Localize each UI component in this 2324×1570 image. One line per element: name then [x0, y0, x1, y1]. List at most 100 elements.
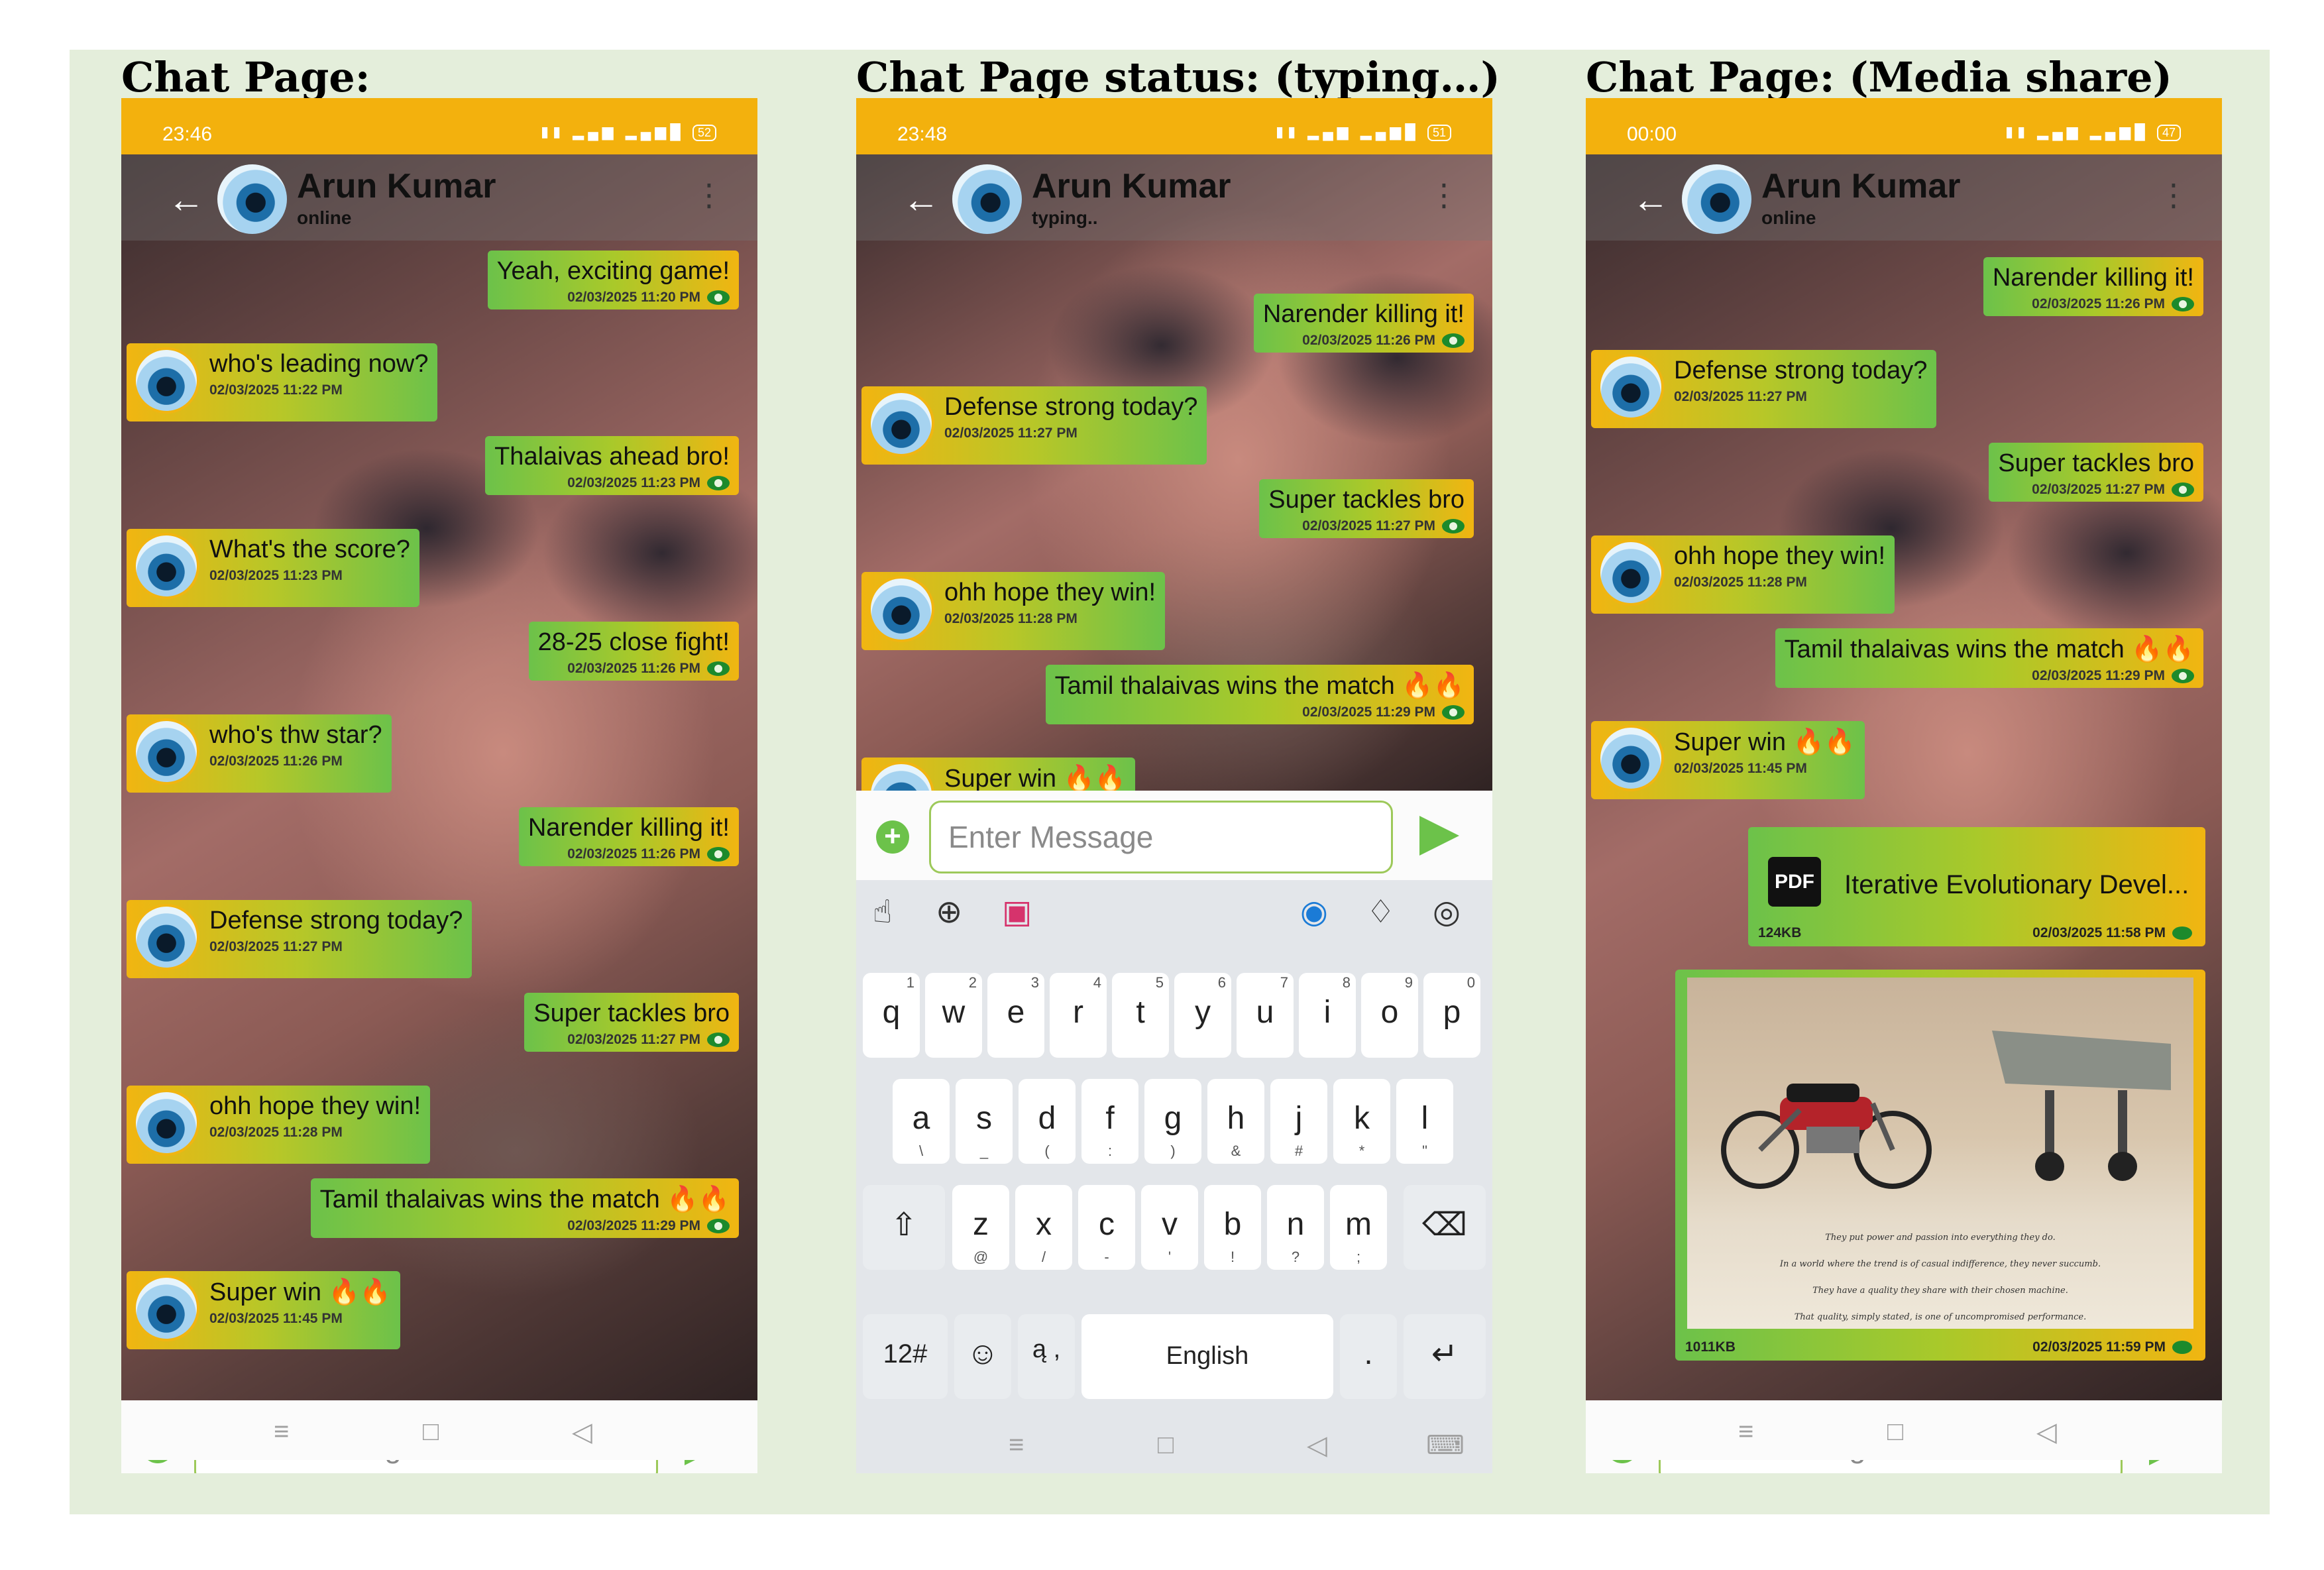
key-r[interactable]: r4 — [1050, 973, 1107, 1058]
sent-message[interactable]: Tamil thalaivas wins the match 🔥🔥 02/03/2… — [310, 1178, 739, 1238]
received-message[interactable]: who's thw star? 02/03/2025 11:26 PM — [127, 714, 392, 793]
key-k[interactable]: k * — [1333, 1079, 1390, 1164]
voice-hand-icon[interactable]: ☝ — [873, 893, 892, 930]
contact-avatar[interactable] — [1682, 164, 1751, 234]
more-options-icon[interactable]: ⋮ — [694, 180, 724, 210]
home-nav-icon[interactable]: □ — [1158, 1430, 1174, 1460]
sent-message[interactable]: Super tackles bro 02/03/2025 11:27 PM — [1989, 443, 2203, 502]
menu-nav-icon[interactable]: ≡ — [1009, 1430, 1024, 1460]
received-message[interactable]: What's the score? 02/03/2025 11:23 PM — [127, 529, 419, 607]
sent-message[interactable]: Narender killing it! 02/03/2025 11:26 PM — [1983, 257, 2203, 316]
key-i[interactable]: i8 — [1299, 973, 1356, 1058]
period-key[interactable]: . — [1340, 1314, 1397, 1399]
sent-message[interactable]: Tamil thalaivas wins the match 🔥🔥 02/03/2… — [1045, 665, 1474, 724]
sent-message[interactable]: Tamil thalaivas wins the match 🔥🔥 02/03/2… — [1775, 628, 2203, 688]
received-message[interactable]: ohh hope they win! 02/03/2025 11:28 PM — [861, 572, 1166, 650]
sent-message[interactable]: Narender killing it! 02/03/2025 11:26 PM — [518, 807, 739, 866]
backspace-key[interactable]: ⌫ — [1404, 1185, 1486, 1270]
pdf-message[interactable]: PDF Iterative Evolutionary Devel... 124K… — [1748, 827, 2205, 946]
key-o[interactable]: o9 — [1361, 973, 1418, 1058]
back-nav-icon[interactable]: ◁ — [2036, 1417, 2057, 1447]
enter-key[interactable]: ↵ — [1404, 1314, 1486, 1399]
seen-eye-icon — [1442, 519, 1465, 534]
key-a[interactable]: a \ — [893, 1079, 950, 1164]
sender-avatar[interactable] — [133, 1275, 199, 1341]
theme-shirt-icon[interactable]: ♢ — [1366, 893, 1395, 930]
send-icon[interactable] — [1419, 816, 1459, 856]
received-message[interactable]: who's leading now? 02/03/2025 11:22 PM — [127, 343, 438, 421]
key-h[interactable]: h & — [1207, 1079, 1264, 1164]
received-message[interactable]: Super win 🔥🔥 02/03/2025 11:45 PM — [1591, 721, 1865, 799]
key-s[interactable]: s _ — [956, 1079, 1013, 1164]
sender-avatar[interactable] — [868, 576, 934, 642]
back-arrow-icon[interactable]: ← — [903, 181, 940, 218]
sent-message[interactable]: Super tackles bro 02/03/2025 11:27 PM — [524, 993, 739, 1052]
key-m[interactable]: m; — [1330, 1185, 1387, 1270]
received-message[interactable]: ohh hope they win! 02/03/2025 11:28 PM — [1591, 535, 1895, 614]
more-options-icon[interactable]: ⋮ — [2158, 180, 2189, 210]
key-z[interactable]: z @ — [952, 1185, 1009, 1270]
key-c[interactable]: c- — [1078, 1185, 1135, 1270]
sender-avatar[interactable] — [868, 390, 934, 457]
received-message[interactable]: Defense strong today? 02/03/2025 11:27 PM — [861, 386, 1207, 465]
key-q[interactable]: q1 — [863, 973, 920, 1058]
back-arrow-icon[interactable]: ← — [1632, 181, 1669, 218]
contact-avatar[interactable] — [217, 164, 287, 234]
key-p[interactable]: p0 — [1423, 973, 1480, 1058]
key-e[interactable]: e3 — [987, 973, 1044, 1058]
sender-avatar[interactable] — [1598, 354, 1664, 420]
sent-message[interactable]: 28-25 close fight! 02/03/2025 11:26 PM — [528, 622, 739, 681]
key-u[interactable]: u7 — [1237, 973, 1294, 1058]
sender-avatar[interactable] — [133, 347, 199, 414]
globe-icon[interactable]: ⊕ — [936, 893, 962, 930]
sender-avatar[interactable] — [133, 718, 199, 785]
key-b[interactable]: b! — [1204, 1185, 1261, 1270]
keyboard-hide-icon[interactable]: ⌨ — [1426, 1430, 1465, 1461]
attach-plus-icon[interactable]: + — [876, 820, 909, 854]
sender-avatar[interactable] — [133, 904, 199, 970]
emoji-key[interactable]: ☺ — [954, 1314, 1011, 1399]
sent-message[interactable]: Narender killing it! 02/03/2025 11:26 PM — [1253, 294, 1474, 353]
settings-icon[interactable]: ◎ — [1433, 893, 1461, 930]
key-f[interactable]: f: — [1081, 1079, 1138, 1164]
back-nav-icon[interactable]: ◁ — [572, 1417, 592, 1447]
sender-avatar[interactable] — [133, 1090, 199, 1156]
menu-nav-icon[interactable]: ≡ — [274, 1417, 289, 1447]
received-message[interactable]: Defense strong today? 02/03/2025 11:27 PM — [127, 900, 472, 978]
menu-nav-icon[interactable]: ≡ — [1738, 1417, 1753, 1447]
key-y[interactable]: y6 — [1174, 973, 1231, 1058]
key-d[interactable]: d( — [1019, 1079, 1076, 1164]
key-v[interactable]: v ' — [1141, 1185, 1198, 1270]
contact-avatar[interactable] — [952, 164, 1022, 234]
key-n[interactable]: n? — [1267, 1185, 1324, 1270]
message-input[interactable]: Enter Message — [929, 801, 1393, 873]
key-g[interactable]: g) — [1144, 1079, 1201, 1164]
game-controller-icon[interactable]: ◉ — [1300, 893, 1328, 930]
space-key[interactable]: English — [1081, 1314, 1333, 1399]
sender-avatar[interactable] — [1598, 725, 1664, 791]
sent-message[interactable]: Thalaivas ahead bro! 02/03/2025 11:23 PM — [485, 436, 739, 495]
sender-avatar[interactable] — [1598, 539, 1664, 606]
symbols-key[interactable]: 12# — [863, 1314, 948, 1399]
key-j[interactable]: j # — [1270, 1079, 1327, 1164]
sent-message[interactable]: Yeah, exciting game! 02/03/2025 11:20 PM — [487, 251, 739, 309]
image-message[interactable]: They put power and passion into everythi… — [1675, 970, 2205, 1361]
comma-key[interactable]: ą , — [1018, 1314, 1075, 1399]
received-message[interactable]: Defense strong today? 02/03/2025 11:27 PM — [1591, 350, 1937, 428]
shift-key[interactable]: ⇧ — [863, 1185, 945, 1270]
sent-message[interactable]: Super tackles bro 02/03/2025 11:27 PM — [1259, 479, 1474, 538]
received-message[interactable]: Super win 🔥🔥 02/03/2025 11:45 PM — [127, 1271, 401, 1349]
key-l[interactable]: l " — [1396, 1079, 1453, 1164]
sticker-app-icon[interactable]: ▣ — [1002, 893, 1032, 930]
key-x[interactable]: x / — [1015, 1185, 1072, 1270]
key-t[interactable]: t5 — [1112, 973, 1169, 1058]
more-options-icon[interactable]: ⋮ — [1429, 180, 1459, 210]
home-nav-icon[interactable]: □ — [423, 1417, 439, 1447]
home-nav-icon[interactable]: □ — [1887, 1417, 1903, 1447]
key-w[interactable]: w2 — [925, 973, 982, 1058]
received-message[interactable]: ohh hope they win! 02/03/2025 11:28 PM — [127, 1086, 431, 1164]
shared-photo[interactable]: They put power and passion into everythi… — [1687, 978, 2193, 1329]
back-arrow-icon[interactable]: ← — [168, 181, 205, 218]
sender-avatar[interactable] — [133, 533, 199, 599]
back-nav-icon[interactable]: ◁ — [1307, 1430, 1327, 1461]
